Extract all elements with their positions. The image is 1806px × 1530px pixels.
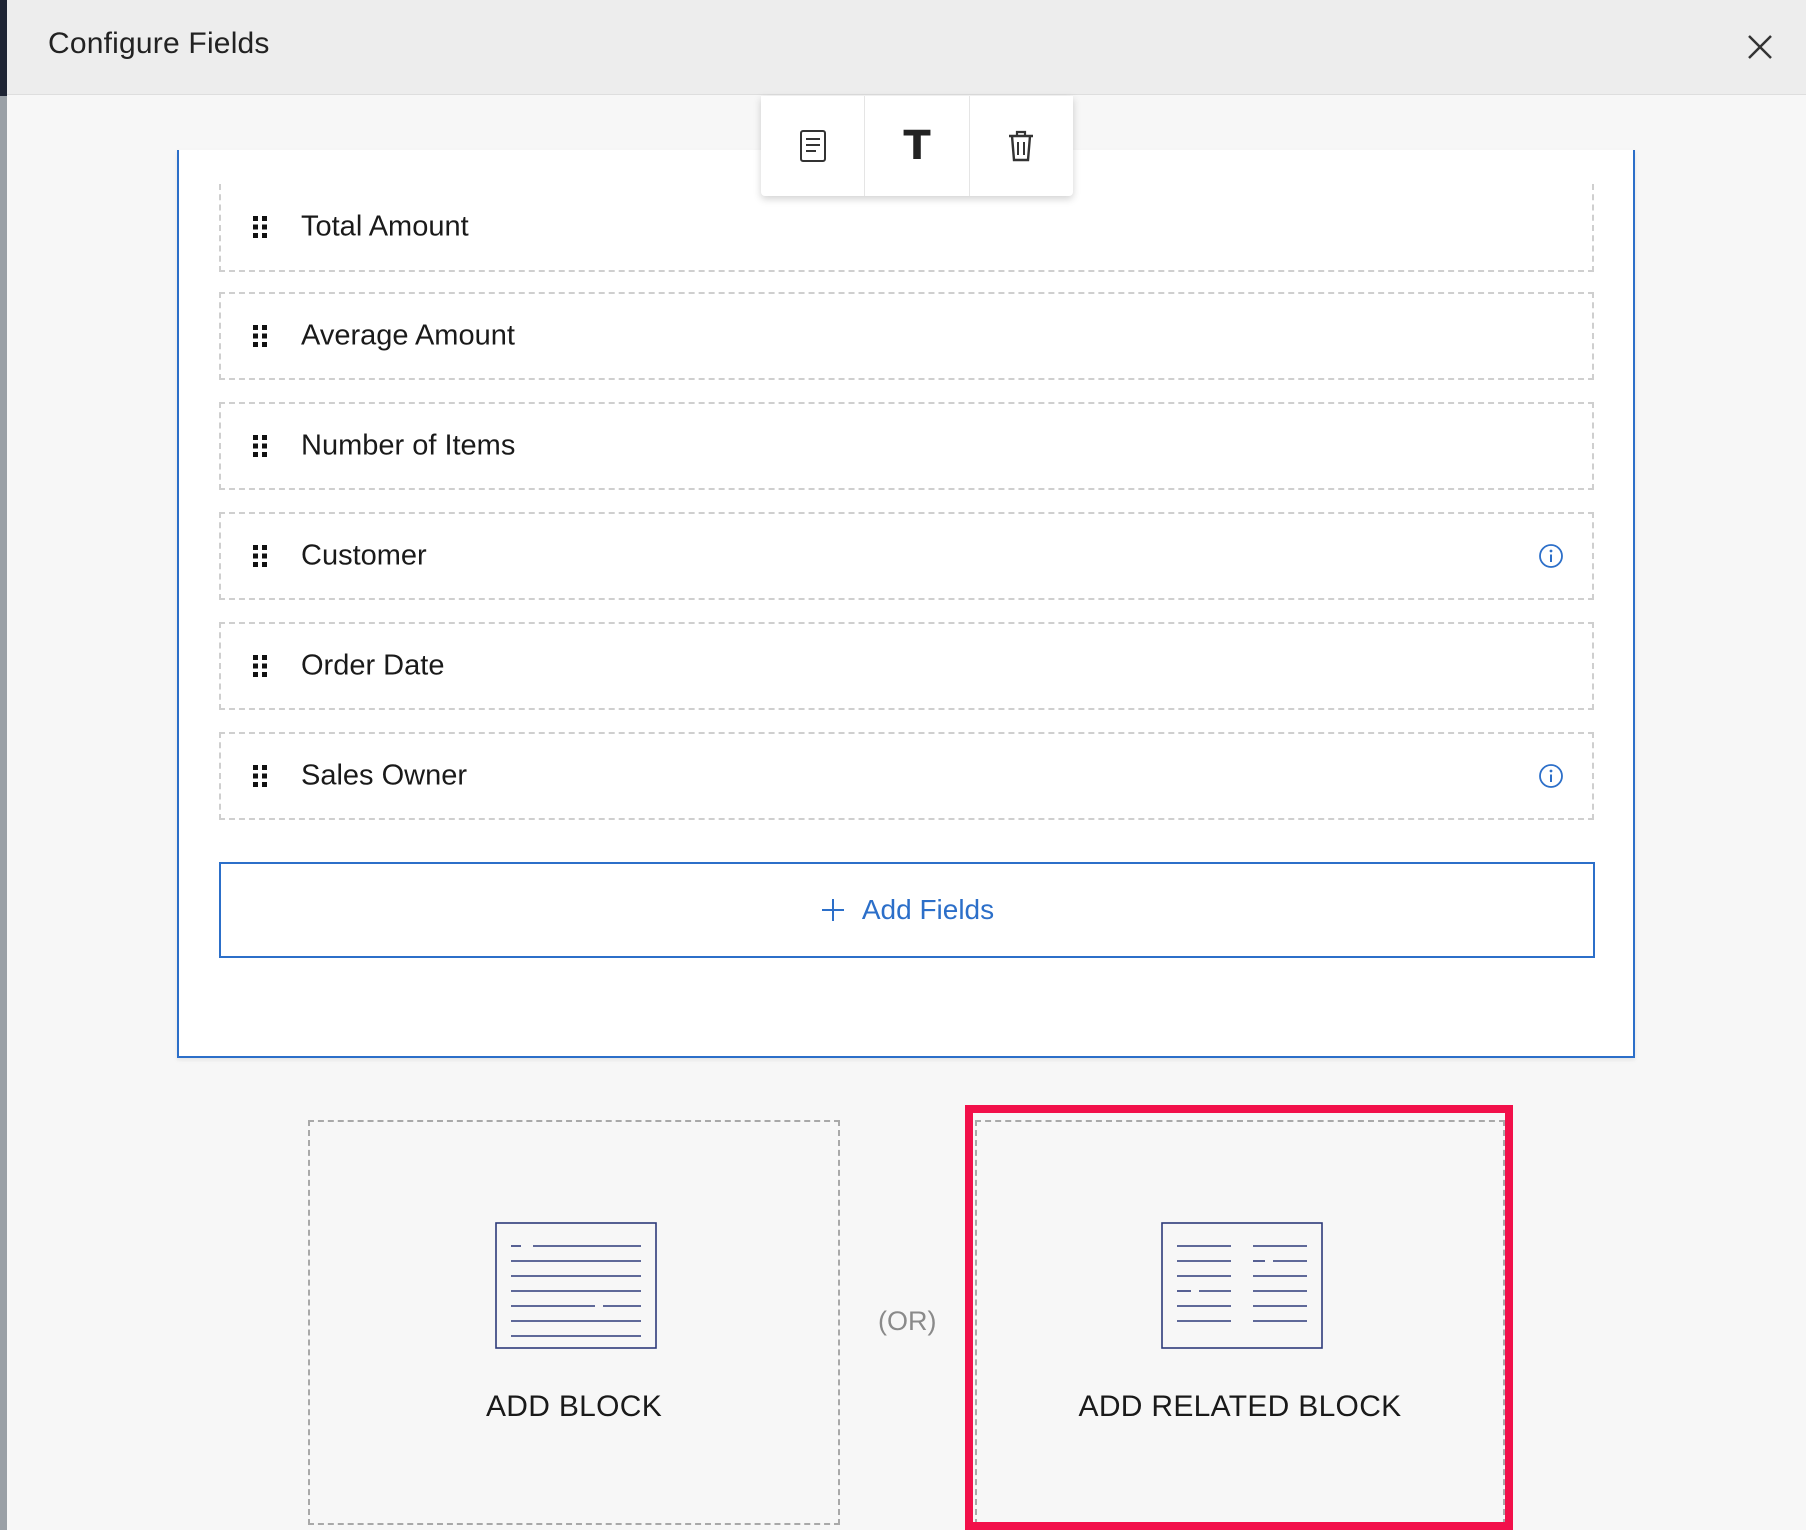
field-row[interactable]: Sales Owner (219, 732, 1594, 820)
field-label: Average Amount (301, 319, 515, 352)
delete-block-button[interactable] (970, 96, 1073, 196)
field-label: Order Date (301, 649, 445, 682)
or-separator: (OR) (878, 1306, 937, 1336)
drag-handle-icon[interactable] (252, 324, 270, 348)
block-properties-button[interactable] (761, 96, 866, 196)
block-toolbar: T (761, 96, 1073, 196)
info-icon[interactable] (1538, 763, 1564, 789)
background-window-edge (0, 0, 7, 96)
drag-handle-icon[interactable] (252, 654, 270, 678)
document-icon (799, 130, 826, 162)
dialog-header: Configure Fields (7, 0, 1806, 95)
text-format-button[interactable]: T (865, 96, 970, 196)
field-row[interactable]: Number of Items (219, 402, 1594, 490)
background-window-edge-lower (0, 96, 7, 1530)
add-fields-label: Add Fields (861, 894, 995, 925)
field-label: Customer (301, 539, 427, 572)
field-row[interactable]: Order Date (219, 622, 1594, 710)
drag-handle-icon[interactable] (252, 764, 270, 788)
close-button[interactable] (1737, 24, 1783, 70)
field-row[interactable]: Customer (219, 512, 1594, 600)
field-label: Number of Items (301, 429, 516, 462)
add-block-card[interactable]: ADD BLOCK (308, 1120, 840, 1525)
drag-handle-icon[interactable] (252, 434, 270, 458)
add-fields-button[interactable]: Add Fields (219, 862, 1595, 958)
info-icon[interactable] (1538, 543, 1564, 569)
add-block-label: ADD BLOCK (485, 1390, 663, 1423)
close-icon (1748, 35, 1772, 59)
plus-icon (821, 899, 844, 921)
field-row[interactable]: Total Amount (219, 184, 1594, 272)
drag-handle-icon[interactable] (252, 544, 270, 568)
dialog-title: Configure Fields (48, 27, 270, 60)
block-layout-icon (495, 1222, 657, 1349)
related-block-layout-icon (1161, 1222, 1323, 1349)
text-format-icon: T (903, 123, 931, 169)
field-label: Total Amount (301, 210, 469, 243)
add-related-block-label: ADD RELATED BLOCK (1078, 1390, 1402, 1423)
field-label: Sales Owner (301, 759, 468, 792)
trash-icon (1009, 130, 1034, 162)
drag-handle-icon[interactable] (252, 215, 270, 239)
field-row[interactable]: Average Amount (219, 292, 1594, 380)
add-related-block-card[interactable]: ADD RELATED BLOCK (975, 1120, 1505, 1525)
